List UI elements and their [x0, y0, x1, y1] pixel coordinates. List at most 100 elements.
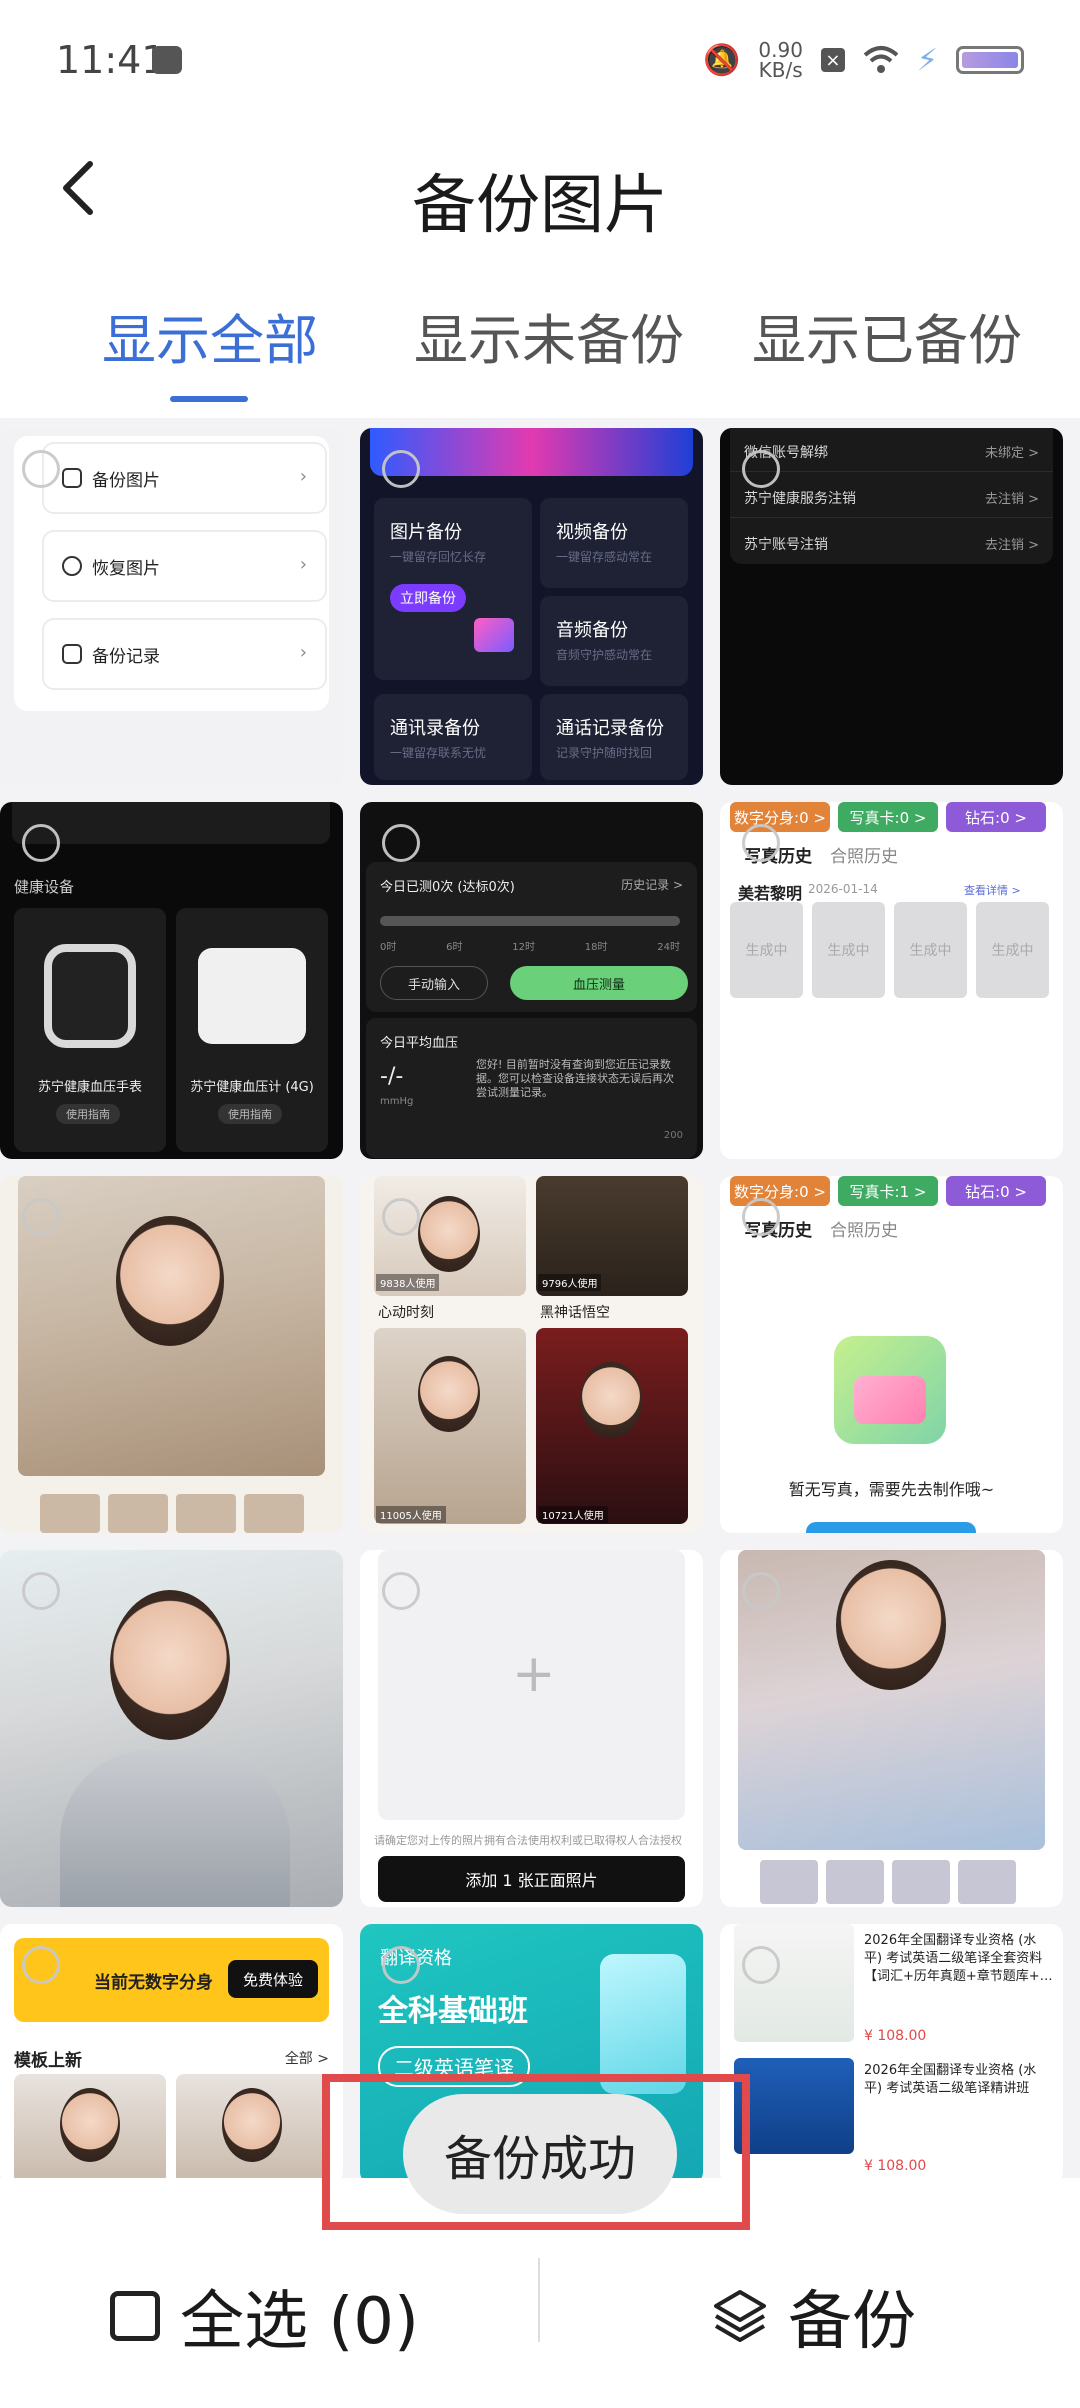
tick-label: 12时	[512, 942, 535, 953]
select-all-label: 全选 (0)	[180, 2285, 419, 2359]
thumbnail-backup-cards[interactable]: 图片备份 一键留存回忆长存 立即备份 视频备份 一键留存感动常在 音频备份 音频…	[360, 428, 703, 785]
row-value: 未绑定 >	[984, 446, 1039, 461]
add-front-photo-button: 添加 1 张正面照片	[378, 1856, 685, 1902]
menu-backup-records: 备份记录 ›	[42, 618, 327, 690]
thumbnail-account-settings[interactable]: 微信账号解绑 未绑定 > 苏宁健康服务注销 去注销 > 苏宁账号注销 去注销 >	[720, 428, 1063, 785]
thumbnail-portrait-history[interactable]: 数字分身:0 > 写真卡:0 > 钻石:0 > 写真历史 合照历史 美若黎明 2…	[720, 802, 1063, 1159]
thumbnail-portrait-dress[interactable]	[720, 1550, 1063, 1907]
tab-show-backed[interactable]: 显示已备份	[752, 296, 1022, 375]
device-monitor: 苏宁健康血压计 (4G) 使用指南	[176, 908, 328, 1152]
select-circle[interactable]	[22, 1572, 60, 1610]
select-circle[interactable]	[742, 1572, 780, 1610]
empty-gallery-icon	[834, 1336, 946, 1444]
select-circle[interactable]	[382, 450, 420, 488]
bp-history-link: 历史记录 >	[621, 878, 683, 892]
status-bar: 11:41 🔕 0.90 KB/s × ⚡	[0, 0, 1080, 124]
section-title: 健康设备	[14, 878, 75, 896]
select-all-button[interactable]: 全选 (0)	[110, 2270, 419, 2362]
backup-label: 备份	[788, 2285, 916, 2359]
avatar-banner: 当前无数字分身 免费体验	[14, 1938, 329, 2022]
filter-tabs: 显示全部 显示未备份 显示已备份	[0, 296, 1080, 402]
select-circle[interactable]	[22, 1198, 60, 1236]
template-usage: 11005人使用	[376, 1506, 446, 1523]
card-title: 通讯录备份	[390, 718, 480, 739]
manual-input-button: 手动输入	[380, 966, 488, 1000]
network-speed-value: 0.90	[758, 38, 803, 62]
card-subtitle: 一键留存回忆长存	[390, 550, 487, 564]
thumbnail-digital-avatar[interactable]: 当前无数字分身 免费体验 模板上新 全部 >	[0, 1924, 343, 2178]
free-trial-button: 免费体验	[228, 1960, 318, 1998]
wifi-icon	[863, 46, 899, 73]
select-circle[interactable]	[382, 1198, 420, 1236]
select-circle[interactable]	[22, 450, 60, 488]
thumbnail-course-list[interactable]: 2026年全国翻译专业资格 (水平) 考试英语二级笔译全套资料【词汇+历年真题+…	[720, 1924, 1063, 2178]
thumbnail-template-gallery[interactable]: 9838人使用 心动时刻 9796人使用 黑神话悟空 11005人使用 1072…	[360, 1176, 703, 1533]
upload-notice: 请确定您对上传的照片拥有合法使用权利或已取得权人合法授权	[374, 1834, 682, 1847]
card-subtitle: 音频守护感动常在	[556, 648, 653, 662]
thumbnail-empty-portrait[interactable]: 数字分身:0 > 写真卡:1 > 钻石:0 > 写真历史 合照历史 暂无写真，需…	[720, 1176, 1063, 1533]
select-circle[interactable]	[22, 1946, 60, 1984]
thumbnail-backup-menu[interactable]: 备份图片 › 恢复图片 › 备份记录 ›	[0, 428, 343, 785]
device-guide: 使用指南	[218, 1104, 282, 1124]
card-title: 通话记录备份	[556, 718, 664, 739]
select-circle[interactable]	[742, 1198, 780, 1236]
device-guide: 使用指南	[56, 1104, 120, 1124]
select-circle[interactable]	[742, 450, 780, 488]
course-item-price: ¥ 108.00	[864, 2028, 927, 2044]
pill-diamond: 钻石:0 >	[946, 802, 1046, 832]
template-usage: 9838人使用	[376, 1274, 440, 1291]
thumbnail-portrait-sweater[interactable]	[0, 1176, 343, 1533]
course-title: 全科基础班	[378, 1994, 528, 2029]
pill-diamond: 钻石:0 >	[946, 1176, 1046, 1206]
tab-show-unbacked[interactable]: 显示未备份	[414, 296, 684, 375]
menu-panel: 备份图片 › 恢复图片 › 备份记录 ›	[14, 436, 329, 711]
thumbnail-portrait-suit[interactable]	[0, 1550, 343, 1907]
card-subtitle: 一键留存联系无忧	[390, 746, 487, 760]
thumbnail-upload-photo[interactable]: + 请确定您对上传的照片拥有合法使用权利或已取得权人合法授权 添加 1 张正面照…	[360, 1550, 703, 1907]
backup-now-button: 立即备份	[390, 584, 466, 612]
tick-label: 18时	[584, 942, 608, 953]
phone-illustration	[600, 1954, 686, 2094]
template-usage: 10721人使用	[538, 1506, 608, 1523]
photo-grid: 备份图片 › 恢复图片 › 备份记录 › 图片备份 一键留存回忆长存 立即备份 视频备…	[0, 418, 1080, 2178]
bp-today-count: 今日已测0次 (达标0次)	[380, 880, 515, 895]
header: 备份图片	[0, 124, 1080, 304]
active-tab-indicator	[170, 396, 248, 402]
select-circle[interactable]	[382, 824, 420, 862]
device-watch: 苏宁健康血压手表 使用指南	[14, 908, 166, 1152]
card-title: 图片备份	[390, 522, 462, 543]
thumbnail-health-devices[interactable]: 健康设备 苏宁健康血压手表 使用指南 苏宁健康血压计 (4G) 使用指南	[0, 802, 343, 1159]
empty-message: 暂无写真，需要先去制作哦~	[788, 1480, 995, 1499]
tab-show-all[interactable]: 显示全部	[102, 296, 318, 375]
see-all-link: 全部 >	[284, 2051, 329, 2067]
row-label: 苏宁账号注销	[744, 537, 828, 553]
generating-label: 生成中	[745, 943, 788, 959]
course-item-price: ¥ 108.00	[864, 2158, 927, 2174]
device-name: 苏宁健康血压手表	[37, 1080, 142, 1095]
thumbnail-blood-pressure[interactable]: 今日已测0次 (达标0次) 历史记录 > 0时 6时 12时 18时 24时 手…	[360, 802, 703, 1159]
card-audio-backup: 音频备份 音频守护感动常在	[540, 596, 688, 686]
select-circle[interactable]	[742, 1946, 780, 1984]
generating-tile: 生成中	[730, 902, 803, 998]
bp-avg-unit: mmHg	[380, 1096, 414, 1107]
card-subtitle: 记录守护随时找回	[556, 746, 653, 760]
close-box-icon: ×	[820, 48, 845, 72]
backup-button[interactable]: 备份	[710, 2270, 916, 2362]
template-image	[536, 1328, 688, 1524]
portrait-photo	[738, 1550, 1045, 1850]
plus-icon: +	[512, 1644, 556, 1704]
select-circle[interactable]	[382, 1946, 420, 1984]
menu-label: 恢复图片	[92, 558, 160, 579]
generating-tile: 生成中	[894, 902, 967, 998]
signal-icon: ⚡	[916, 42, 938, 78]
page-title: 备份图片	[412, 169, 668, 243]
menu-restore-photos: 恢复图片 ›	[42, 530, 327, 602]
battery-icon	[956, 46, 1024, 74]
course-cover	[734, 2058, 854, 2154]
tick-label: 0时	[380, 942, 397, 953]
select-circle[interactable]	[742, 824, 780, 862]
select-circle[interactable]	[382, 1572, 420, 1610]
watch-image	[44, 944, 136, 1048]
template-image	[374, 1328, 526, 1524]
select-circle[interactable]	[22, 824, 60, 862]
